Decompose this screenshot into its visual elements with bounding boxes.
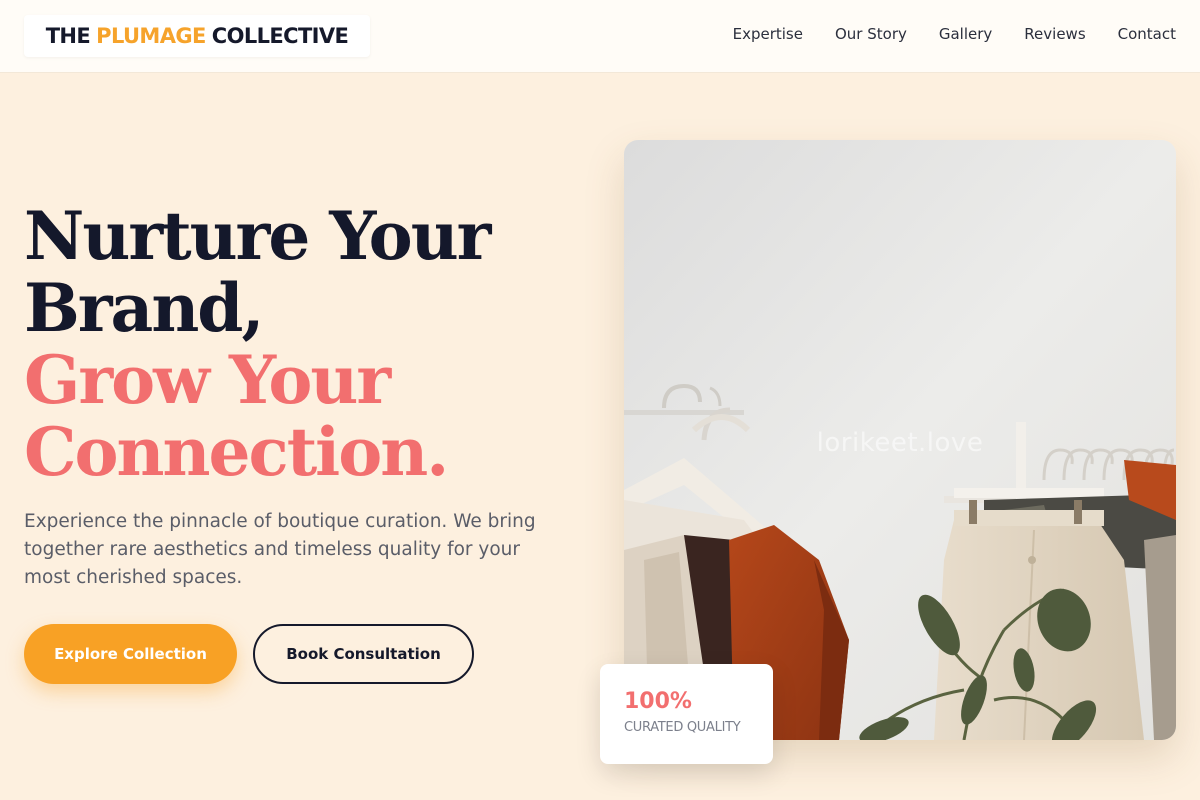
site-header: THE PLUMAGE COLLECTIVE Expertise Our Story… bbox=[0, 0, 1200, 73]
nav-link-gallery[interactable]: Gallery bbox=[939, 25, 992, 43]
brand-word-collective: COLLECTIVE bbox=[211, 24, 349, 48]
photo-watermark: lorikeet.love bbox=[816, 428, 984, 458]
main-nav: Expertise Our Story Gallery Reviews Cont… bbox=[733, 25, 1176, 43]
hero-description: Experience the pinnacle of boutique cura… bbox=[24, 511, 536, 588]
headline-line-4: Connection. bbox=[24, 413, 449, 491]
nav-link-contact[interactable]: Contact bbox=[1118, 25, 1176, 43]
nav-link-reviews[interactable]: Reviews bbox=[1024, 25, 1085, 43]
headline-line-3: Grow Your bbox=[24, 341, 391, 419]
brand-logo[interactable]: THE PLUMAGE COLLECTIVE bbox=[24, 15, 370, 57]
headline-line-1: Nurture Your bbox=[24, 197, 491, 275]
stat-value: 100% bbox=[624, 689, 692, 714]
quality-stat-card: 100% CURATED QUALITY bbox=[600, 664, 773, 764]
brand-word-plumage: PLUMAGE bbox=[96, 24, 206, 48]
hero-headline: Nurture Your Brand, Grow Your Connection… bbox=[24, 200, 584, 488]
explore-collection-button[interactable]: Explore Collection bbox=[24, 624, 237, 684]
hero-photo: lorikeet.love bbox=[624, 140, 1176, 740]
brand-word-the: THE bbox=[45, 24, 91, 48]
headline-line-2: Brand, bbox=[24, 269, 264, 347]
stat-label: CURATED QUALITY bbox=[624, 720, 741, 735]
book-consultation-button[interactable]: Book Consultation bbox=[253, 624, 474, 684]
nav-link-expertise[interactable]: Expertise bbox=[733, 25, 803, 43]
nav-link-our-story[interactable]: Our Story bbox=[835, 25, 907, 43]
